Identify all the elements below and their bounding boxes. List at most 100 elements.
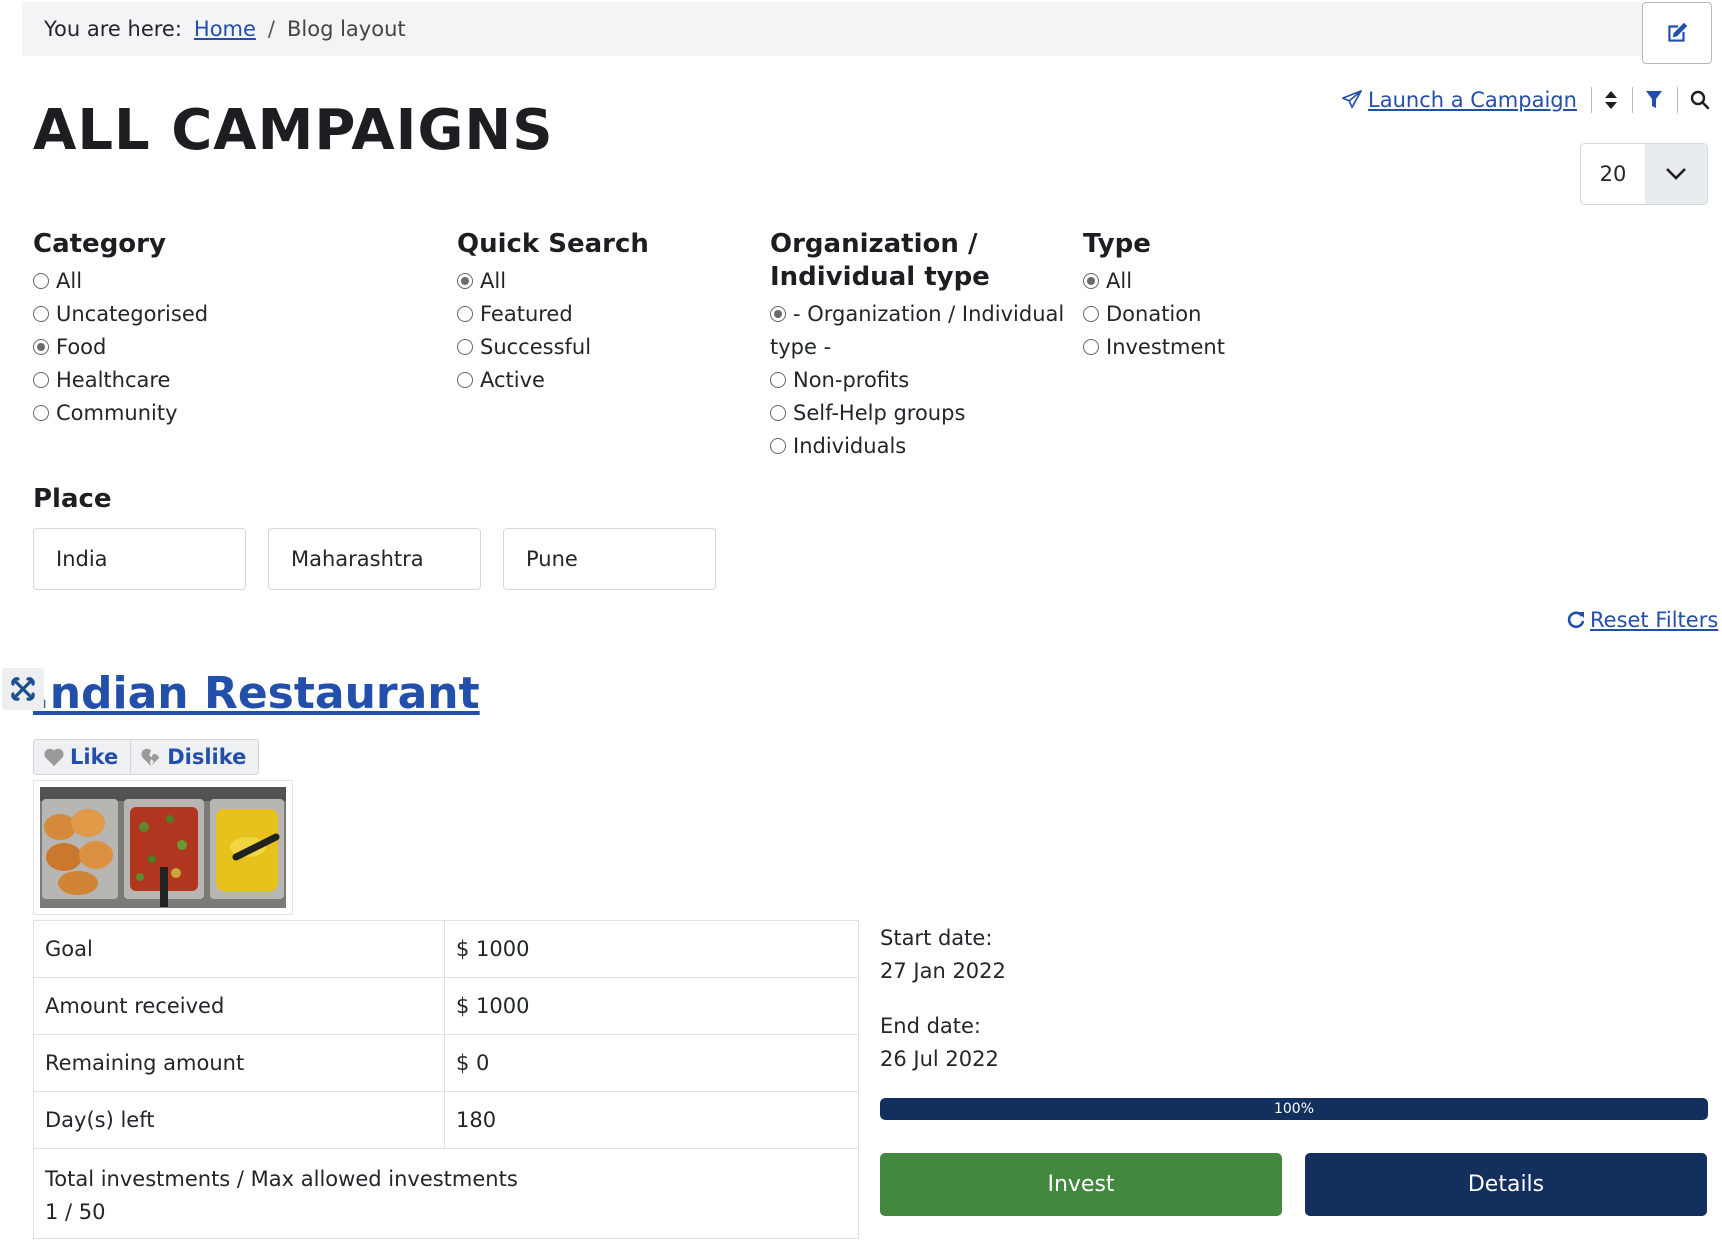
radio-label: Healthcare [56, 368, 171, 392]
radio-button[interactable] [1083, 339, 1099, 355]
chevron-down-icon[interactable] [1645, 144, 1707, 204]
city-field[interactable]: Pune [503, 528, 716, 590]
campaign-dates: Start date: 27 Jan 2022 End date: 26 Jul… [880, 922, 1006, 1076]
category-filter-title: Category [33, 229, 166, 259]
radio-label: Investment [1106, 335, 1225, 359]
radio-label: Individuals [793, 434, 907, 458]
food-image [40, 787, 286, 908]
quick-search-filter-title: Quick Search [457, 229, 649, 259]
limit-select[interactable]: 20 [1580, 143, 1708, 205]
details-button[interactable]: Details [1305, 1153, 1707, 1216]
radio-button[interactable] [33, 372, 49, 388]
radio-label: - Organization / Individual type - [770, 302, 1065, 359]
radio-button[interactable] [457, 273, 473, 289]
like-button[interactable]: Like [34, 740, 130, 774]
radio-label: Active [480, 368, 545, 392]
radio-button[interactable] [770, 306, 786, 322]
sort-icon[interactable] [1604, 90, 1618, 110]
investments-cell: Total investments / Max allowed investme… [33, 1148, 859, 1239]
type-option-investment[interactable]: Investment [1083, 331, 1225, 364]
campaign-thumbnail[interactable] [33, 780, 293, 915]
progress-fill: 100% [880, 1098, 1708, 1120]
table-row: Total investments / Max allowed investme… [33, 1148, 859, 1239]
org-type-option-non-profits[interactable]: Non-profits [770, 364, 1070, 397]
campaign-title-link[interactable]: .ndian Restaurant [33, 668, 480, 719]
category-option-community[interactable]: Community [33, 397, 208, 430]
toolbar-divider [1590, 87, 1592, 113]
broken-heart-icon [141, 748, 160, 767]
category-option-all[interactable]: All [33, 265, 208, 298]
radio-button[interactable] [1083, 273, 1099, 289]
radio-button[interactable] [33, 306, 49, 322]
breadcrumb-prefix: You are here: [44, 17, 182, 41]
days-left-value: 180 [444, 1091, 859, 1149]
breadcrumb: You are here: Home / Blog layout [22, 2, 1642, 56]
category-option-healthcare[interactable]: Healthcare [33, 364, 208, 397]
radio-button[interactable] [770, 405, 786, 421]
org-type-filter-title: Organization / Individual type [770, 229, 990, 292]
like-label: Like [70, 745, 119, 769]
org-type-filter: Organization / Individual type - Organiza… [770, 228, 1070, 463]
type-option-all[interactable]: All [1083, 265, 1225, 298]
org-type-option-self-help[interactable]: Self-Help groups [770, 397, 1070, 430]
start-date-value: 27 Jan 2022 [880, 959, 1006, 983]
campaign-toolbar: Launch a Campaign [1340, 84, 1710, 116]
org-type-option-any[interactable]: - Organization / Individual type - [770, 298, 1070, 364]
type-option-donation[interactable]: Donation [1083, 298, 1225, 331]
radio-button[interactable] [457, 306, 473, 322]
dislike-button[interactable]: Dislike [130, 740, 258, 774]
radio-label: Non-profits [793, 368, 910, 392]
goal-label: Goal [33, 920, 445, 978]
country-field[interactable]: India [33, 528, 246, 590]
joomla-icon[interactable] [2, 668, 44, 710]
breadcrumb-current: Blog layout [287, 17, 406, 41]
remaining-amount-label: Remaining amount [33, 1034, 445, 1092]
quick-search-option-active[interactable]: Active [457, 364, 649, 397]
filter-icon[interactable] [1645, 90, 1663, 110]
page-title: ALL CAMPAIGNS [33, 98, 554, 163]
table-row: Day(s) left 180 [33, 1091, 859, 1149]
investments-value: 1 / 50 [45, 1200, 106, 1224]
toolbar-divider [1676, 87, 1678, 113]
reset-filters-link[interactable]: Reset Filters [1566, 608, 1718, 632]
quick-search-option-all[interactable]: All [457, 265, 649, 298]
category-option-food[interactable]: Food [33, 331, 208, 364]
radio-button[interactable] [770, 372, 786, 388]
radio-label: Community [56, 401, 178, 425]
heart-icon [44, 748, 64, 767]
quick-search-option-featured[interactable]: Featured [457, 298, 649, 331]
remaining-amount-value: $ 0 [444, 1034, 859, 1092]
radio-label: Featured [480, 302, 573, 326]
amount-received-label: Amount received [33, 977, 445, 1035]
radio-label: All [1106, 269, 1133, 293]
radio-button[interactable] [33, 405, 49, 421]
radio-button[interactable] [33, 273, 49, 289]
radio-label: Food [56, 335, 107, 359]
radio-button[interactable] [33, 339, 49, 355]
invest-button[interactable]: Invest [880, 1153, 1282, 1216]
funding-progress-bar: 100% [880, 1098, 1708, 1120]
edit-button[interactable] [1642, 2, 1712, 64]
radio-label: Successful [480, 335, 592, 359]
radio-button[interactable] [770, 438, 786, 454]
quick-search-option-successful[interactable]: Successful [457, 331, 649, 364]
state-field[interactable]: Maharashtra [268, 528, 481, 590]
radio-button[interactable] [1083, 306, 1099, 322]
radio-label: Donation [1106, 302, 1202, 326]
radio-button[interactable] [457, 339, 473, 355]
table-row: Goal $ 1000 [33, 920, 859, 978]
radio-button[interactable] [457, 372, 473, 388]
breadcrumb-home-link[interactable]: Home [194, 17, 256, 41]
radio-label: All [480, 269, 507, 293]
org-type-option-individuals[interactable]: Individuals [770, 430, 1070, 463]
type-filter: Type All Donation Investment [1083, 228, 1225, 364]
paper-plane-icon [1342, 90, 1362, 109]
category-option-uncategorised[interactable]: Uncategorised [33, 298, 208, 331]
dislike-label: Dislike [167, 745, 247, 769]
amount-received-value: $ 1000 [444, 977, 859, 1035]
vote-bar: Like Dislike [33, 739, 260, 775]
table-row: Remaining amount $ 0 [33, 1034, 859, 1092]
goal-value: $ 1000 [444, 920, 859, 978]
launch-campaign-link[interactable]: Launch a Campaign [1340, 88, 1577, 112]
search-icon[interactable] [1690, 90, 1710, 110]
